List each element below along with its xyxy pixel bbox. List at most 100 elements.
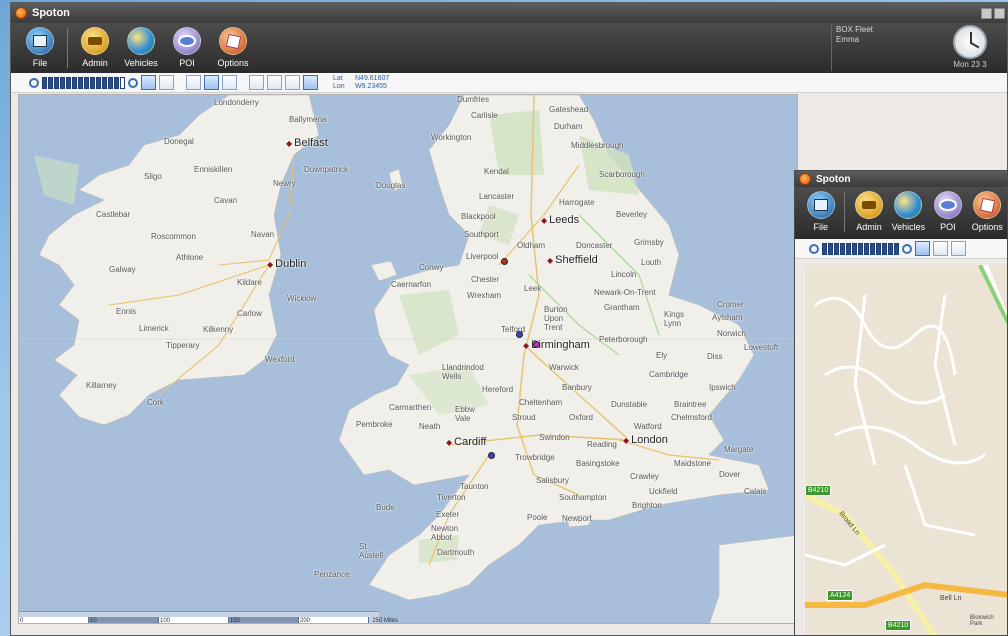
place-label: Bude [376,503,395,512]
bulb-button[interactable] [285,75,300,90]
place-label: Lowestoft [744,343,779,352]
place-label: Swindon [539,433,570,442]
place-label: Taunton [460,482,489,491]
place-label: Watford [634,422,662,431]
place-label: Trowbridge [515,453,555,462]
pan-hand-button[interactable] [933,241,948,256]
zoom-slider[interactable] [42,76,125,89]
zoom-slider[interactable] [822,242,899,255]
place-label: Conwy [419,263,444,272]
app-logo-icon [799,173,811,185]
place-label: Neath [419,422,441,431]
city-dublin[interactable]: Dublin [267,258,306,270]
copy-button[interactable] [249,75,264,90]
place-label: Crawley [630,472,659,481]
lat-value: N49.61607 [355,74,390,82]
place-label: Chelmsford [671,413,712,422]
place-label: Southport [464,230,499,239]
zoom-in-icon[interactable] [902,243,912,254]
select-tool-button[interactable] [141,75,156,90]
place-label: Calais [744,487,767,496]
second-window-title: Spoton [816,173,851,185]
place-label: Durham [554,122,583,131]
second-title-bar: Spoton [795,171,1007,187]
lon-value: W9.23455 [355,82,387,90]
place-label: Tipperary [166,341,200,350]
vehicle-marker[interactable] [488,452,495,459]
place-label: Gateshead [549,105,589,114]
place-label: Cromer [717,300,744,309]
ribbon-vehicles[interactable]: Vehicles [118,23,164,73]
ribbon-file[interactable]: File [801,187,840,237]
place-label: Maidstone [674,459,711,468]
ribbon-poi[interactable]: POI [928,187,967,237]
satellite-button[interactable] [204,75,219,90]
select-tool-button[interactable] [915,241,930,256]
place-label: Newton Abbot [431,524,459,542]
pan-hand-button[interactable] [159,75,174,90]
place-label: Chester [471,275,500,284]
admin-icon [854,191,883,219]
file-icon [806,191,835,219]
ribbon-file[interactable]: File [17,23,63,73]
second-window: Spoton File Admin Vehicles POI Options B… [794,170,1008,636]
city-cardiff[interactable]: Cardiff [446,436,486,448]
refresh-button[interactable] [267,75,282,90]
ribbon-poi[interactable]: POI [164,23,210,73]
place-label: Cork [147,398,164,407]
zoom-in-icon[interactable] [128,77,138,88]
ribbon-options[interactable]: Options [210,23,256,73]
vehicles-globe-icon [127,27,155,55]
admin-icon [81,27,109,55]
vehicles-globe-icon [894,191,923,219]
place-label: Basingstoke [576,459,620,468]
city-london[interactable]: London [623,434,668,446]
ribbon-label: Admin [856,222,882,232]
place-label: Liverpool [466,252,499,261]
minimize-button[interactable] [981,7,992,19]
ribbon-admin[interactable]: Admin [72,23,118,73]
place-label: Wexford [265,355,295,364]
street-map-canvas[interactable]: B4210 A4124 B4210 Broad Ln Bell Ln Bloxw… [805,265,1007,635]
place-label: Grantham [604,303,640,312]
street-label: Bell Ln [940,595,962,602]
ribbon-label: POI [940,222,956,232]
place-label: Roscommon [151,232,196,241]
map-scale-bar: 0 50 100 150 200 250 Miles [19,611,398,623]
city-belfast[interactable]: Belfast [286,137,328,149]
layers-button[interactable] [222,75,237,90]
place-label: Ebbw Vale [455,405,476,423]
street-label: Bloxwich Park [970,615,994,627]
ribbon-admin[interactable]: Admin [849,187,888,237]
city-leeds[interactable]: Leeds [541,214,579,226]
vehicle-marker[interactable] [501,258,508,265]
measure-button[interactable] [951,241,966,256]
place-label: Reading [587,440,617,449]
map-toolbar: Lat N49.61607 Lon W9.23455 [11,73,1007,93]
map-canvas[interactable]: Londonderry Ballymena Donegal Enniskille… [18,94,798,624]
place-label: Louth [641,258,662,267]
place-label: Donegal [164,137,194,146]
ribbon-options[interactable]: Options [968,187,1007,237]
place-label: Harrogate [559,198,595,207]
ribbon-separator [844,192,846,232]
fleet-user: Emma [836,35,860,44]
window-button[interactable] [303,75,318,90]
place-label: Grimsby [634,238,664,247]
zoom-out-icon[interactable] [29,77,39,88]
ribbon-vehicles[interactable]: Vehicles [889,187,928,237]
place-label: Braintree [674,400,707,409]
place-label: Cambridge [649,370,689,379]
measure-button[interactable] [186,75,201,90]
vehicle-marker[interactable] [516,331,523,338]
city-sheffield[interactable]: Sheffield [547,254,598,266]
street-network [805,265,1007,635]
place-label: Aylsham [712,313,743,322]
zoom-out-icon[interactable] [809,243,819,254]
place-label: St Austell [359,542,384,560]
place-label: Lincoln [611,270,637,279]
restore-button[interactable] [994,7,1005,19]
window-controls [981,7,1007,19]
place-label: Diss [707,352,723,361]
vehicle-marker[interactable] [533,341,540,348]
